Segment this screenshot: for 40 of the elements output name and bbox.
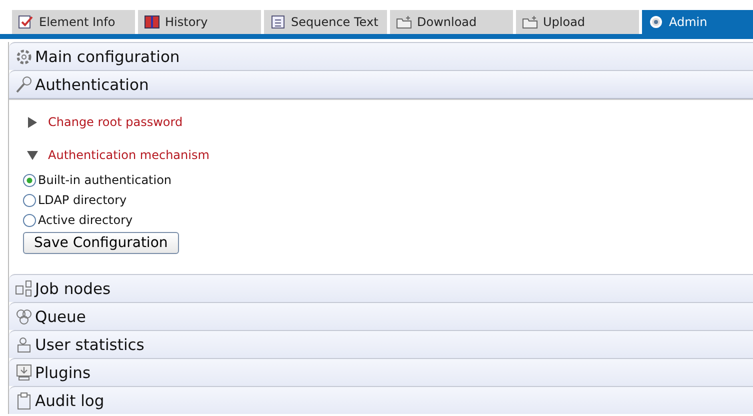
section-header[interactable]: Job nodes [9, 274, 753, 302]
folder-icon [522, 15, 538, 29]
section-header[interactable]: Queue [9, 302, 753, 330]
tab[interactable]: Upload [516, 10, 639, 34]
radio-label: Active directory [38, 213, 133, 227]
section-title: User statistics [35, 336, 144, 354]
save-button[interactable]: Save Configuration [23, 232, 179, 254]
section-header[interactable]: Authentication [9, 70, 753, 99]
section-link[interactable]: Change root password [48, 115, 183, 129]
section-header[interactable]: Plugins [9, 358, 753, 386]
tab[interactable]: History [138, 10, 261, 34]
radio-label: Built-in authentication [38, 173, 172, 187]
expand-triangle-icon[interactable] [27, 116, 38, 128]
radio-button[interactable] [23, 194, 36, 206]
section-header[interactable]: Main configuration [9, 42, 753, 70]
tab[interactable]: Download [390, 10, 513, 34]
section-header[interactable]: User statistics [9, 330, 753, 358]
folder-icon [396, 15, 412, 29]
text-document-icon [270, 15, 286, 29]
radio-label: LDAP directory [38, 193, 127, 207]
section-link[interactable]: Authentication mechanism [48, 148, 210, 162]
section-title: Main configuration [35, 48, 180, 66]
document-check-icon [18, 15, 34, 29]
section-header[interactable]: Audit log [9, 386, 753, 414]
monitor-icon [15, 364, 33, 382]
nodes-icon [15, 280, 33, 298]
book-icon [144, 15, 160, 29]
section-title: Plugins [35, 364, 91, 382]
section-title: Job nodes [35, 280, 111, 298]
section-title: Audit log [35, 392, 104, 410]
collapse-triangle-icon[interactable] [27, 150, 38, 160]
section-title: Authentication [35, 76, 149, 94]
stack-icon [15, 308, 33, 326]
clipboard-icon [15, 392, 33, 410]
tab[interactable]: Sequence Text [264, 10, 387, 34]
tab[interactable]: Admin [642, 10, 753, 34]
tab[interactable]: Element Info [12, 10, 135, 34]
radio-button[interactable] [23, 214, 36, 226]
section-title: Queue [35, 308, 86, 326]
radio-button[interactable] [23, 174, 36, 186]
